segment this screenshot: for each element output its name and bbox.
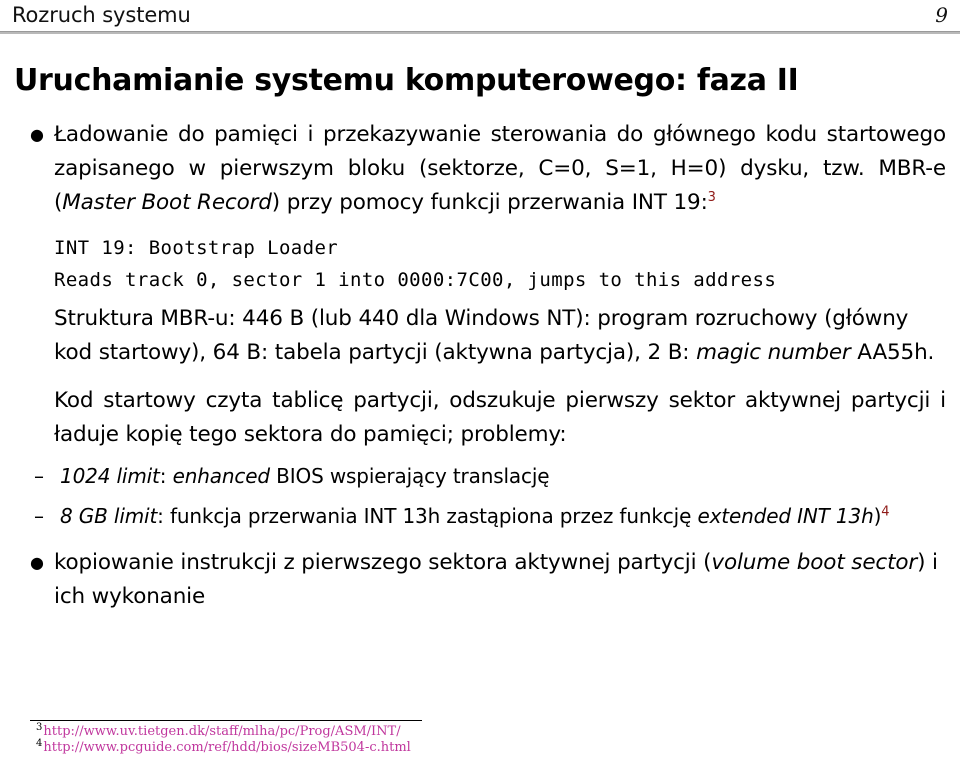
header-divider-rule <box>0 31 960 34</box>
sub-list-item: – 1024 limit: enhanced BIOS wspierający … <box>0 460 960 492</box>
footnote-link[interactable]: http://www.pcguide.com/ref/hdd/bios/size… <box>43 740 410 755</box>
list-item: ● kopiowanie instrukcji z pierwszego sek… <box>0 546 960 614</box>
footnote-area: 3http://www.uv.tietgen.dk/staff/mlha/pc/… <box>0 720 960 756</box>
page-number: 9 <box>935 3 948 27</box>
code-line: Reads track 0, sector 1 into 0000:7C00, … <box>54 269 777 291</box>
bullet-icon: ● <box>30 553 44 572</box>
footnote: 3http://www.uv.tietgen.dk/staff/mlha/pc/… <box>0 721 960 740</box>
code-line: INT 19: Bootstrap Loader <box>54 237 339 259</box>
sub-list-item: – 8 GB limit: funkcja przerwania INT 13h… <box>0 500 960 532</box>
list-item-text: Ładowanie do pamięci i przekazywanie ste… <box>54 122 946 215</box>
list-item-text: Kod startowy czyta tablicę partycji, ods… <box>54 388 946 447</box>
slide-header: Rozruch systemu 9 <box>0 0 960 34</box>
bullet-icon: ● <box>30 125 44 144</box>
dash-icon: – <box>34 504 44 528</box>
list-item: Kod startowy czyta tablicę partycji, ods… <box>0 384 960 452</box>
footnote-number: 3 <box>36 721 43 733</box>
list-item-text: Struktura MBR-u: 446 B (lub 440 dla Wind… <box>54 306 935 365</box>
sub-list-item-text: 1024 limit: enhanced BIOS wspierający tr… <box>60 464 550 488</box>
slide-body: ● Ładowanie do pamięci i przekazywanie s… <box>0 118 960 616</box>
dash-icon: – <box>34 464 44 488</box>
list-item: ● Ładowanie do pamięci i przekazywanie s… <box>0 118 960 220</box>
footnote-divider-rule <box>30 720 422 721</box>
footnote-link[interactable]: http://www.uv.tietgen.dk/staff/mlha/pc/P… <box>43 724 400 739</box>
footnote-number: 4 <box>36 737 43 749</box>
code-block: INT 19: Bootstrap Loader Reads track 0, … <box>0 232 960 296</box>
sub-list-item-text: 8 GB limit: funkcja przerwania INT 13h z… <box>60 504 890 528</box>
header-section-title: Rozruch systemu <box>12 3 191 27</box>
list-item: Struktura MBR-u: 446 B (lub 440 dla Wind… <box>0 302 960 370</box>
list-item-text: kopiowanie instrukcji z pierwszego sekto… <box>54 550 938 609</box>
footnote: 4http://www.pcguide.com/ref/hdd/bios/siz… <box>0 737 960 756</box>
page-title: Uruchamianie systemu komputerowego: faza… <box>14 63 799 98</box>
